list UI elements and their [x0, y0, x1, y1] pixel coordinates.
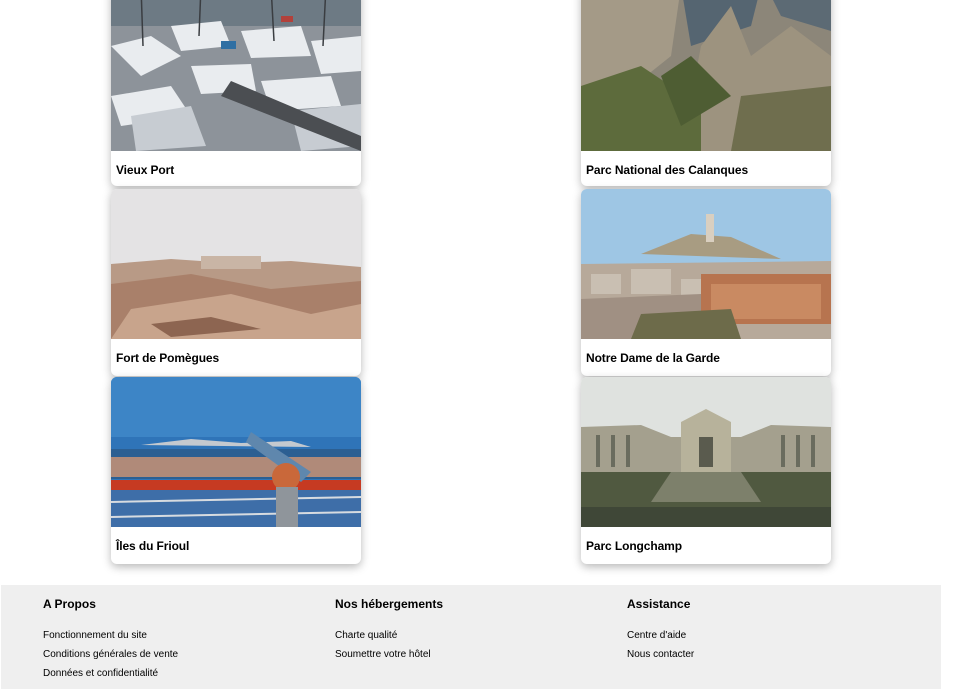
footer-column-a-propos: A Propos Fonctionnement du site Conditio… [43, 597, 178, 683]
card-title: Vieux Port [116, 163, 175, 177]
footer-heading: Nos hébergements [335, 597, 444, 611]
footer-link-conditions[interactable]: Conditions générales de vente [43, 645, 178, 664]
site-footer: A Propos Fonctionnement du site Conditio… [1, 585, 941, 689]
footer-link-contact[interactable]: Nous contacter [627, 645, 694, 664]
fort-de-pomegues-photo [111, 189, 361, 339]
card-title: Îles du Frioul [116, 539, 190, 553]
destination-card-frioul[interactable]: Îles du Frioul [111, 377, 361, 564]
card-title: Parc Longchamp [586, 539, 682, 553]
destination-card-pomegues[interactable]: Fort de Pomègues [111, 189, 361, 376]
footer-link-fonctionnement[interactable]: Fonctionnement du site [43, 626, 178, 645]
card-title: Notre Dame de la Garde [586, 351, 720, 365]
footer-link-soumettre[interactable]: Soumettre votre hôtel [335, 645, 443, 664]
card-title: Parc National des Calanques [586, 163, 749, 177]
notre-dame-de-la-garde-photo [581, 189, 831, 339]
footer-column-assistance: Assistance Centre d'aide Nous contacter [627, 597, 694, 664]
destination-card-vieux-port[interactable]: Vieux Port [111, 0, 361, 186]
calanques-photo [581, 0, 831, 151]
footer-heading: A Propos [43, 597, 96, 611]
footer-heading: Assistance [627, 597, 691, 611]
parc-longchamp-photo [581, 377, 831, 527]
footer-link-charte[interactable]: Charte qualité [335, 626, 443, 645]
footer-link-centre-aide[interactable]: Centre d'aide [627, 626, 694, 645]
footer-link-donnees[interactable]: Données et confidentialité [43, 664, 178, 683]
destination-card-calanques[interactable]: Parc National des Calanques [581, 0, 831, 186]
footer-column-hebergements: Nos hébergements Charte qualité Soumettr… [335, 597, 443, 664]
vieux-port-photo [111, 0, 361, 151]
destination-card-longchamp[interactable]: Parc Longchamp [581, 377, 831, 564]
card-title: Fort de Pomègues [116, 351, 220, 365]
iles-du-frioul-photo [111, 377, 361, 527]
destination-card-notre-dame[interactable]: Notre Dame de la Garde [581, 189, 831, 376]
